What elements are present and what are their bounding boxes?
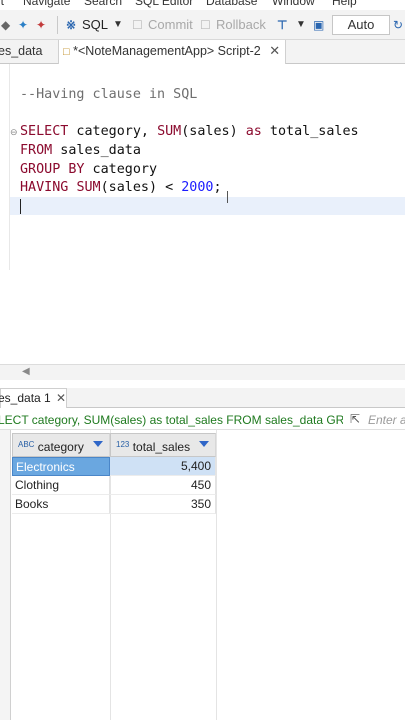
expand-filter-icon[interactable]: ⇱: [350, 412, 360, 426]
toolbar-separator: [57, 16, 58, 34]
tab-label: es_data: [0, 44, 43, 58]
tab-label: es_data 1: [0, 391, 51, 405]
menu-edit[interactable]: it: [0, 0, 4, 8]
transaction-mode-icon[interactable]: ⊤: [277, 18, 287, 32]
text-caret: [20, 199, 21, 214]
table-cell-category[interactable]: Books: [12, 495, 110, 514]
column-header-label: total_sales: [132, 440, 191, 454]
menu-bar: it Navigate Search SQL Editor Database W…: [0, 0, 405, 8]
table-cell-category[interactable]: Clothing: [12, 476, 110, 495]
rollback-button[interactable]: Rollback: [216, 18, 266, 32]
tab-sales-data[interactable]: es_data: [0, 40, 53, 64]
sql-editor[interactable]: --Having clause in SQL ⊖ SELECT category…: [0, 64, 405, 366]
code-line-having: HAVING SUM(sales) < 2000;: [20, 180, 222, 195]
chevron-down-icon[interactable]: ▼: [296, 18, 306, 32]
connect-icon[interactable]: ✦: [18, 18, 28, 32]
navigate-icon[interactable]: ◆: [1, 18, 10, 32]
menu-help[interactable]: Help: [332, 0, 357, 8]
scroll-left-icon[interactable]: ◀: [22, 366, 30, 377]
column-header-total-sales[interactable]: 123 total_sales: [110, 433, 216, 457]
close-icon[interactable]: ✕: [269, 43, 280, 58]
tab-label: *<NoteManagementApp> Script-2: [73, 44, 261, 58]
commit-button[interactable]: Commit: [148, 18, 193, 32]
fold-icon[interactable]: ⊖: [10, 127, 18, 138]
column-divider: [216, 430, 217, 720]
menu-navigate[interactable]: Navigate: [23, 0, 70, 8]
disconnect-icon[interactable]: ✦: [36, 18, 46, 32]
row-number-gutter: [0, 430, 11, 720]
menu-database[interactable]: Database: [206, 0, 257, 8]
executed-query-text: LECT category, SUM(sales) as total_sales…: [0, 413, 343, 427]
sql-script-icon: □: [63, 46, 70, 58]
refresh-icon[interactable]: ↻: [393, 18, 403, 32]
table-cell-total-sales[interactable]: 350: [110, 495, 216, 514]
filter-input[interactable]: Enter a: [368, 413, 405, 427]
table-cell-category[interactable]: Electronics: [12, 457, 110, 476]
column-header-label: category: [37, 440, 84, 454]
column-header-category[interactable]: ABC category: [12, 433, 110, 457]
sort-icon[interactable]: [93, 441, 103, 447]
tab-script-2[interactable]: □ *<NoteManagementApp> Script-2 ✕: [58, 40, 286, 64]
results-tab-bar: es_data 1 ✕: [0, 388, 405, 408]
editor-tab-bar: es_data □ *<NoteManagementApp> Script-2 …: [0, 40, 405, 64]
toolbar: ◆ ✦ ✦ ※ SQL ▼ ☐ Commit ☐ Rollback ⊤ ▼ ▣ …: [0, 10, 405, 40]
editor-gutter: [9, 64, 10, 270]
sql-button[interactable]: SQL: [82, 18, 108, 32]
menu-search[interactable]: Search: [84, 0, 122, 8]
menu-window[interactable]: Window: [272, 0, 315, 8]
string-type-icon: ABC: [18, 440, 35, 449]
code-line-select: SELECT category, SUM(sales) as total_sal…: [20, 124, 359, 139]
rollback-icon: ☐: [200, 18, 211, 32]
sql-icon: ※: [66, 18, 77, 32]
results-grid: ABC category 123 total_sales Electronics…: [0, 430, 405, 720]
number-type-icon: 123: [116, 440, 130, 449]
table-cell-total-sales[interactable]: 450: [110, 476, 216, 495]
code-line-from: FROM sales_data: [20, 143, 141, 158]
transaction-mode-select[interactable]: Auto: [332, 15, 390, 35]
query-filter-bar: LECT category, SUM(sales) as total_sales…: [0, 410, 405, 430]
menu-sql-editor[interactable]: SQL Editor: [135, 0, 193, 8]
commit-icon: ☐: [132, 18, 143, 32]
code-line-comment: --Having clause in SQL: [20, 87, 198, 102]
tab-results-sales-data-1[interactable]: es_data 1 ✕: [0, 388, 67, 408]
editor-horizontal-scrollbar[interactable]: ◀: [0, 364, 405, 380]
mouse-ibeam-cursor: [227, 191, 228, 203]
table-cell-total-sales[interactable]: 5,400: [110, 457, 216, 476]
current-line-highlight: [10, 197, 405, 215]
chevron-down-icon[interactable]: ▼: [113, 18, 123, 32]
lock-icon[interactable]: ▣: [313, 18, 324, 32]
close-icon[interactable]: ✕: [56, 389, 66, 407]
sort-icon[interactable]: [199, 441, 209, 447]
code-line-group-by: GROUP BY category: [20, 162, 158, 177]
